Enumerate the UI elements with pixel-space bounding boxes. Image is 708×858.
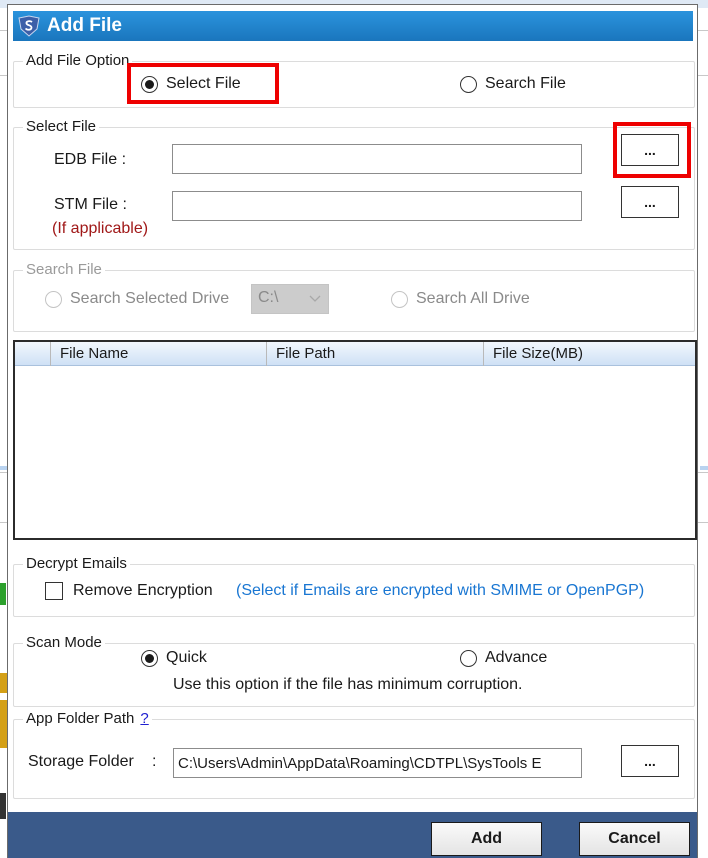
column-header-file-size[interactable]: File Size(MB): [483, 342, 695, 366]
background-text-fragment: [0, 793, 6, 819]
stm-file-label: STM File :: [54, 196, 127, 213]
cancel-button[interactable]: Cancel: [579, 822, 690, 856]
add-button[interactable]: Add: [431, 822, 542, 856]
search-file-legend: Search File: [23, 261, 105, 278]
edb-file-input[interactable]: [172, 144, 582, 174]
stm-file-input[interactable]: [172, 191, 582, 221]
scan-mode-description: Use this option if the file has minimum …: [173, 676, 523, 693]
column-header-file-path[interactable]: File Path: [266, 342, 483, 366]
scan-mode-legend: Scan Mode: [23, 634, 105, 651]
add-file-dialog: Add File Add File Option Select File Sea…: [7, 4, 698, 858]
help-link[interactable]: ?: [140, 710, 148, 727]
title-bar[interactable]: Add File: [13, 11, 693, 41]
add-file-option-legend: Add File Option: [23, 52, 133, 69]
edb-file-label: EDB File :: [54, 151, 127, 168]
radio-unchecked-icon: [460, 75, 477, 93]
radio-checked-icon: [141, 75, 158, 93]
decrypt-emails-legend: Decrypt Emails: [23, 555, 130, 572]
systools-shield-icon: [17, 15, 41, 37]
dialog-title: Add File: [47, 15, 122, 36]
advance-scan-radio[interactable]: Advance: [460, 649, 547, 667]
decrypt-hint: (Select if Emails are encrypted with SMI…: [236, 582, 645, 599]
advance-scan-label: Advance: [485, 649, 548, 666]
stm-file-note: (If applicable): [52, 220, 149, 237]
file-list-header: File Name File Path File Size(MB): [15, 342, 695, 366]
storage-folder-separator: :: [152, 753, 157, 770]
remove-encryption-label[interactable]: Remove Encryption: [73, 582, 213, 600]
scan-mode-group: Scan Mode: [13, 634, 695, 707]
search-file-radio[interactable]: Search File: [460, 75, 566, 93]
select-file-radio[interactable]: Select File: [141, 75, 241, 93]
remove-encryption-checkbox[interactable]: [45, 582, 63, 600]
radio-unchecked-icon: [391, 290, 408, 308]
radio-unchecked-icon: [460, 649, 477, 667]
chevron-down-icon: [308, 289, 322, 309]
storage-folder-label: Storage Folder: [28, 753, 134, 770]
app-folder-legend: App Folder Path?: [23, 710, 152, 727]
file-list[interactable]: File Name File Path File Size(MB): [13, 340, 697, 540]
radio-unchecked-icon: [45, 290, 62, 308]
background-chart-fragment: [0, 583, 6, 605]
storage-folder-input[interactable]: [173, 748, 582, 778]
radio-checked-icon: [141, 649, 158, 667]
search-all-drive-radio[interactable]: Search All Drive: [391, 290, 530, 308]
search-selected-drive-radio[interactable]: Search Selected Drive: [45, 290, 229, 308]
dialog-footer: Add Cancel: [8, 812, 697, 858]
select-file-legend: Select File: [23, 118, 100, 135]
search-selected-drive-label: Search Selected Drive: [70, 290, 230, 307]
search-all-drive-label: Search All Drive: [416, 290, 530, 307]
edb-browse-button[interactable]: ...: [621, 134, 679, 166]
column-header-file-name[interactable]: File Name: [50, 342, 266, 366]
app-folder-legend-text: App Folder Path: [26, 710, 135, 727]
quick-scan-label: Quick: [166, 649, 207, 666]
quick-scan-radio[interactable]: Quick: [141, 649, 207, 667]
background-selection: [700, 466, 708, 470]
search-file-radio-label: Search File: [485, 75, 566, 92]
add-file-option-group: Add File Option: [13, 52, 695, 108]
select-file-radio-label: Select File: [166, 75, 241, 92]
drive-select-value: C:\: [258, 289, 279, 306]
drive-select[interactable]: C:\: [251, 284, 329, 314]
storage-folder-browse-button[interactable]: ...: [621, 745, 679, 777]
stm-browse-button[interactable]: ...: [621, 186, 679, 218]
